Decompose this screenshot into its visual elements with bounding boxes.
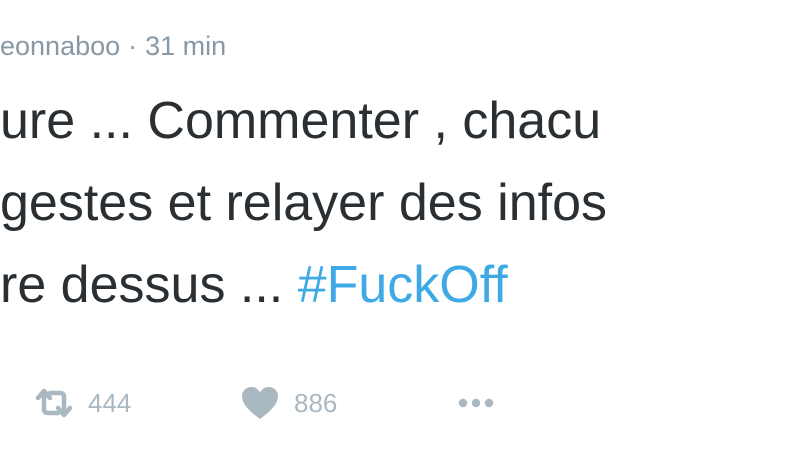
heart-icon	[240, 385, 280, 421]
tweet-card: eonnaboo · 31 min ure ... Commenter , ch…	[0, 0, 800, 450]
tweet-text-line-last: re dessus ... #FuckOff	[0, 244, 800, 326]
tweet-header: eonnaboo · 31 min	[0, 24, 226, 68]
like-button[interactable]: 886	[240, 378, 337, 428]
header-separator: ·	[128, 30, 138, 61]
tweet-text: ure ... Commenter , chacu gestes et rela…	[0, 80, 800, 326]
tweet-text-fragment: re dessus ...	[0, 256, 298, 314]
more-button[interactable]	[458, 378, 494, 428]
hashtag-link[interactable]: #FuckOff	[298, 256, 508, 314]
tweet-actions: 444 886	[0, 378, 800, 428]
retweet-button[interactable]: 444	[34, 378, 131, 428]
tweet-timestamp[interactable]: 31 min	[145, 31, 226, 62]
like-count: 886	[294, 387, 338, 418]
tweet-text-line: ure ... Commenter , chacu	[0, 92, 602, 150]
retweet-icon	[34, 386, 74, 420]
user-handle[interactable]: eonnaboo	[0, 31, 120, 62]
retweet-count: 444	[88, 387, 132, 418]
tweet-text-line: gestes et relayer des infos	[0, 174, 607, 232]
more-icon	[458, 398, 494, 408]
